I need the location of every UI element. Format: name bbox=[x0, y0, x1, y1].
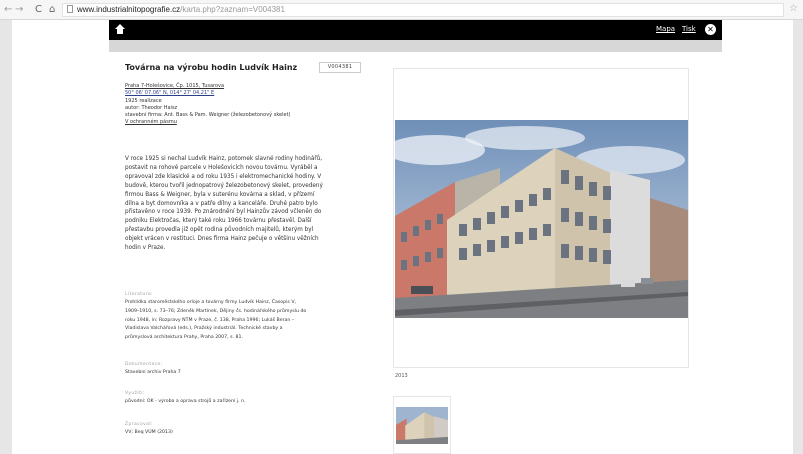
record-description: V roce 1925 si nechal Ludvík Hainz, poto… bbox=[125, 155, 361, 253]
site-header: Mapa Tisk ✕ bbox=[109, 20, 722, 40]
literature-line: Prohlídka staroměstského orloje a továrn… bbox=[125, 300, 297, 305]
map-link[interactable]: Mapa bbox=[656, 24, 675, 34]
description-line: budově, kterou tvořil jednopatrový želez… bbox=[125, 182, 323, 189]
back-arrow-icon[interactable]: ← bbox=[4, 3, 12, 17]
authors-text: VV; Beq VÚM (2013) bbox=[125, 429, 173, 438]
photo-caption: 2013 bbox=[395, 373, 408, 379]
reload-icon[interactable]: C bbox=[35, 3, 42, 17]
page: Mapa Tisk ✕ Továrna na výrobu hodin Ludv… bbox=[12, 20, 793, 454]
literature-line: roku 1948, in: Rozpravy NTM v Praze, č. … bbox=[125, 317, 295, 323]
browser-toolbar: ← → C ⌂ www.industrialnitopografie.cz/ka… bbox=[0, 0, 803, 20]
home-icon[interactable]: ⌂ bbox=[49, 3, 55, 17]
description-line: postavit na rohové parcele v Holešovicíc… bbox=[125, 164, 318, 171]
description-line: přestavbu provedla již opět rodina původ… bbox=[125, 227, 314, 234]
thumbnail-image[interactable] bbox=[396, 407, 448, 444]
literature-label: Literatura: bbox=[125, 292, 154, 297]
building-photo[interactable] bbox=[395, 120, 688, 318]
authors-label: Zpracoval: bbox=[125, 422, 153, 427]
usage-line: původní: OK - výroba a oprava strojů a z… bbox=[125, 399, 246, 404]
record-id-badge: V004381 bbox=[319, 62, 361, 73]
usage-text: původní: OK - výroba a oprava strojů a z… bbox=[125, 398, 246, 407]
description-line: dílna a byt domovníka a v patře dílny a … bbox=[125, 200, 318, 207]
record-title: Továrna na výrobu hodin Ludvík Hainz bbox=[125, 63, 298, 72]
literature-text: Prohlídka staroměstského orloje a továrn… bbox=[125, 299, 306, 343]
usage-label: Využití: bbox=[125, 391, 145, 396]
record-details: Praha 7-Holešovice, Čp. 1015, Tusarova 5… bbox=[125, 83, 291, 127]
address-link[interactable]: Praha 7-Holešovice, Čp. 1015, Tusarova bbox=[125, 83, 291, 90]
site-home-icon[interactable] bbox=[115, 24, 125, 35]
description-line: objekt vrácen v restituci. Dnes firma Ha… bbox=[125, 236, 319, 243]
description-line: hodin v Praze. bbox=[125, 245, 166, 252]
photo-frame bbox=[393, 68, 689, 368]
print-link[interactable]: Tisk bbox=[682, 24, 696, 34]
header-subbar bbox=[109, 40, 722, 52]
photo-thumbnail[interactable] bbox=[393, 396, 451, 454]
literature-line: Vladislava Valchářová (eds.), Pražský in… bbox=[125, 326, 283, 332]
documentation-text: Stavební archiv Praha 7 bbox=[125, 369, 181, 378]
description-line: opravoval zde klasické a od roku 1935 i … bbox=[125, 173, 322, 180]
coordinates-link[interactable]: 50° 06' 07.06" N, 014° 27' 04.21" E bbox=[125, 90, 291, 97]
close-icon[interactable]: ✕ bbox=[705, 24, 716, 35]
description-line: podniku Elektročas, který také roku 1966… bbox=[125, 218, 312, 225]
url-domain: www.industrialnitopografie.cz bbox=[77, 5, 181, 14]
address-bar[interactable]: www.industrialnitopografie.cz/karta.php?… bbox=[62, 3, 784, 17]
authors-line: VV; Beq VÚM (2013) bbox=[125, 430, 173, 435]
documentation-label: Dokumentace: bbox=[125, 362, 163, 367]
bookmark-star-icon[interactable]: ☆ bbox=[789, 3, 798, 14]
forward-arrow-icon[interactable]: → bbox=[15, 3, 23, 17]
url-path: /karta.php?zaznam=V004381 bbox=[180, 5, 285, 14]
description-line: firmou Bass & Weigner, byla v suterénu k… bbox=[125, 191, 315, 198]
page-icon bbox=[67, 5, 73, 13]
description-line: V roce 1925 si nechal Ludvík Hainz, poto… bbox=[125, 156, 323, 162]
realization-year: 1925 realizace bbox=[125, 97, 162, 104]
protection-zone-link[interactable]: V ochranném pásmu bbox=[125, 119, 291, 126]
literature-line: 1909–1910, s. 73–76; Zdeněk Martínek, Dě… bbox=[125, 308, 307, 314]
description-line: přistavěno v roce 1939. Po znárodnění by… bbox=[125, 209, 322, 216]
documentation-line: Stavební archiv Praha 7 bbox=[125, 370, 181, 375]
literature-line: průmyslová architektura Prahy, Praha 200… bbox=[125, 335, 243, 341]
